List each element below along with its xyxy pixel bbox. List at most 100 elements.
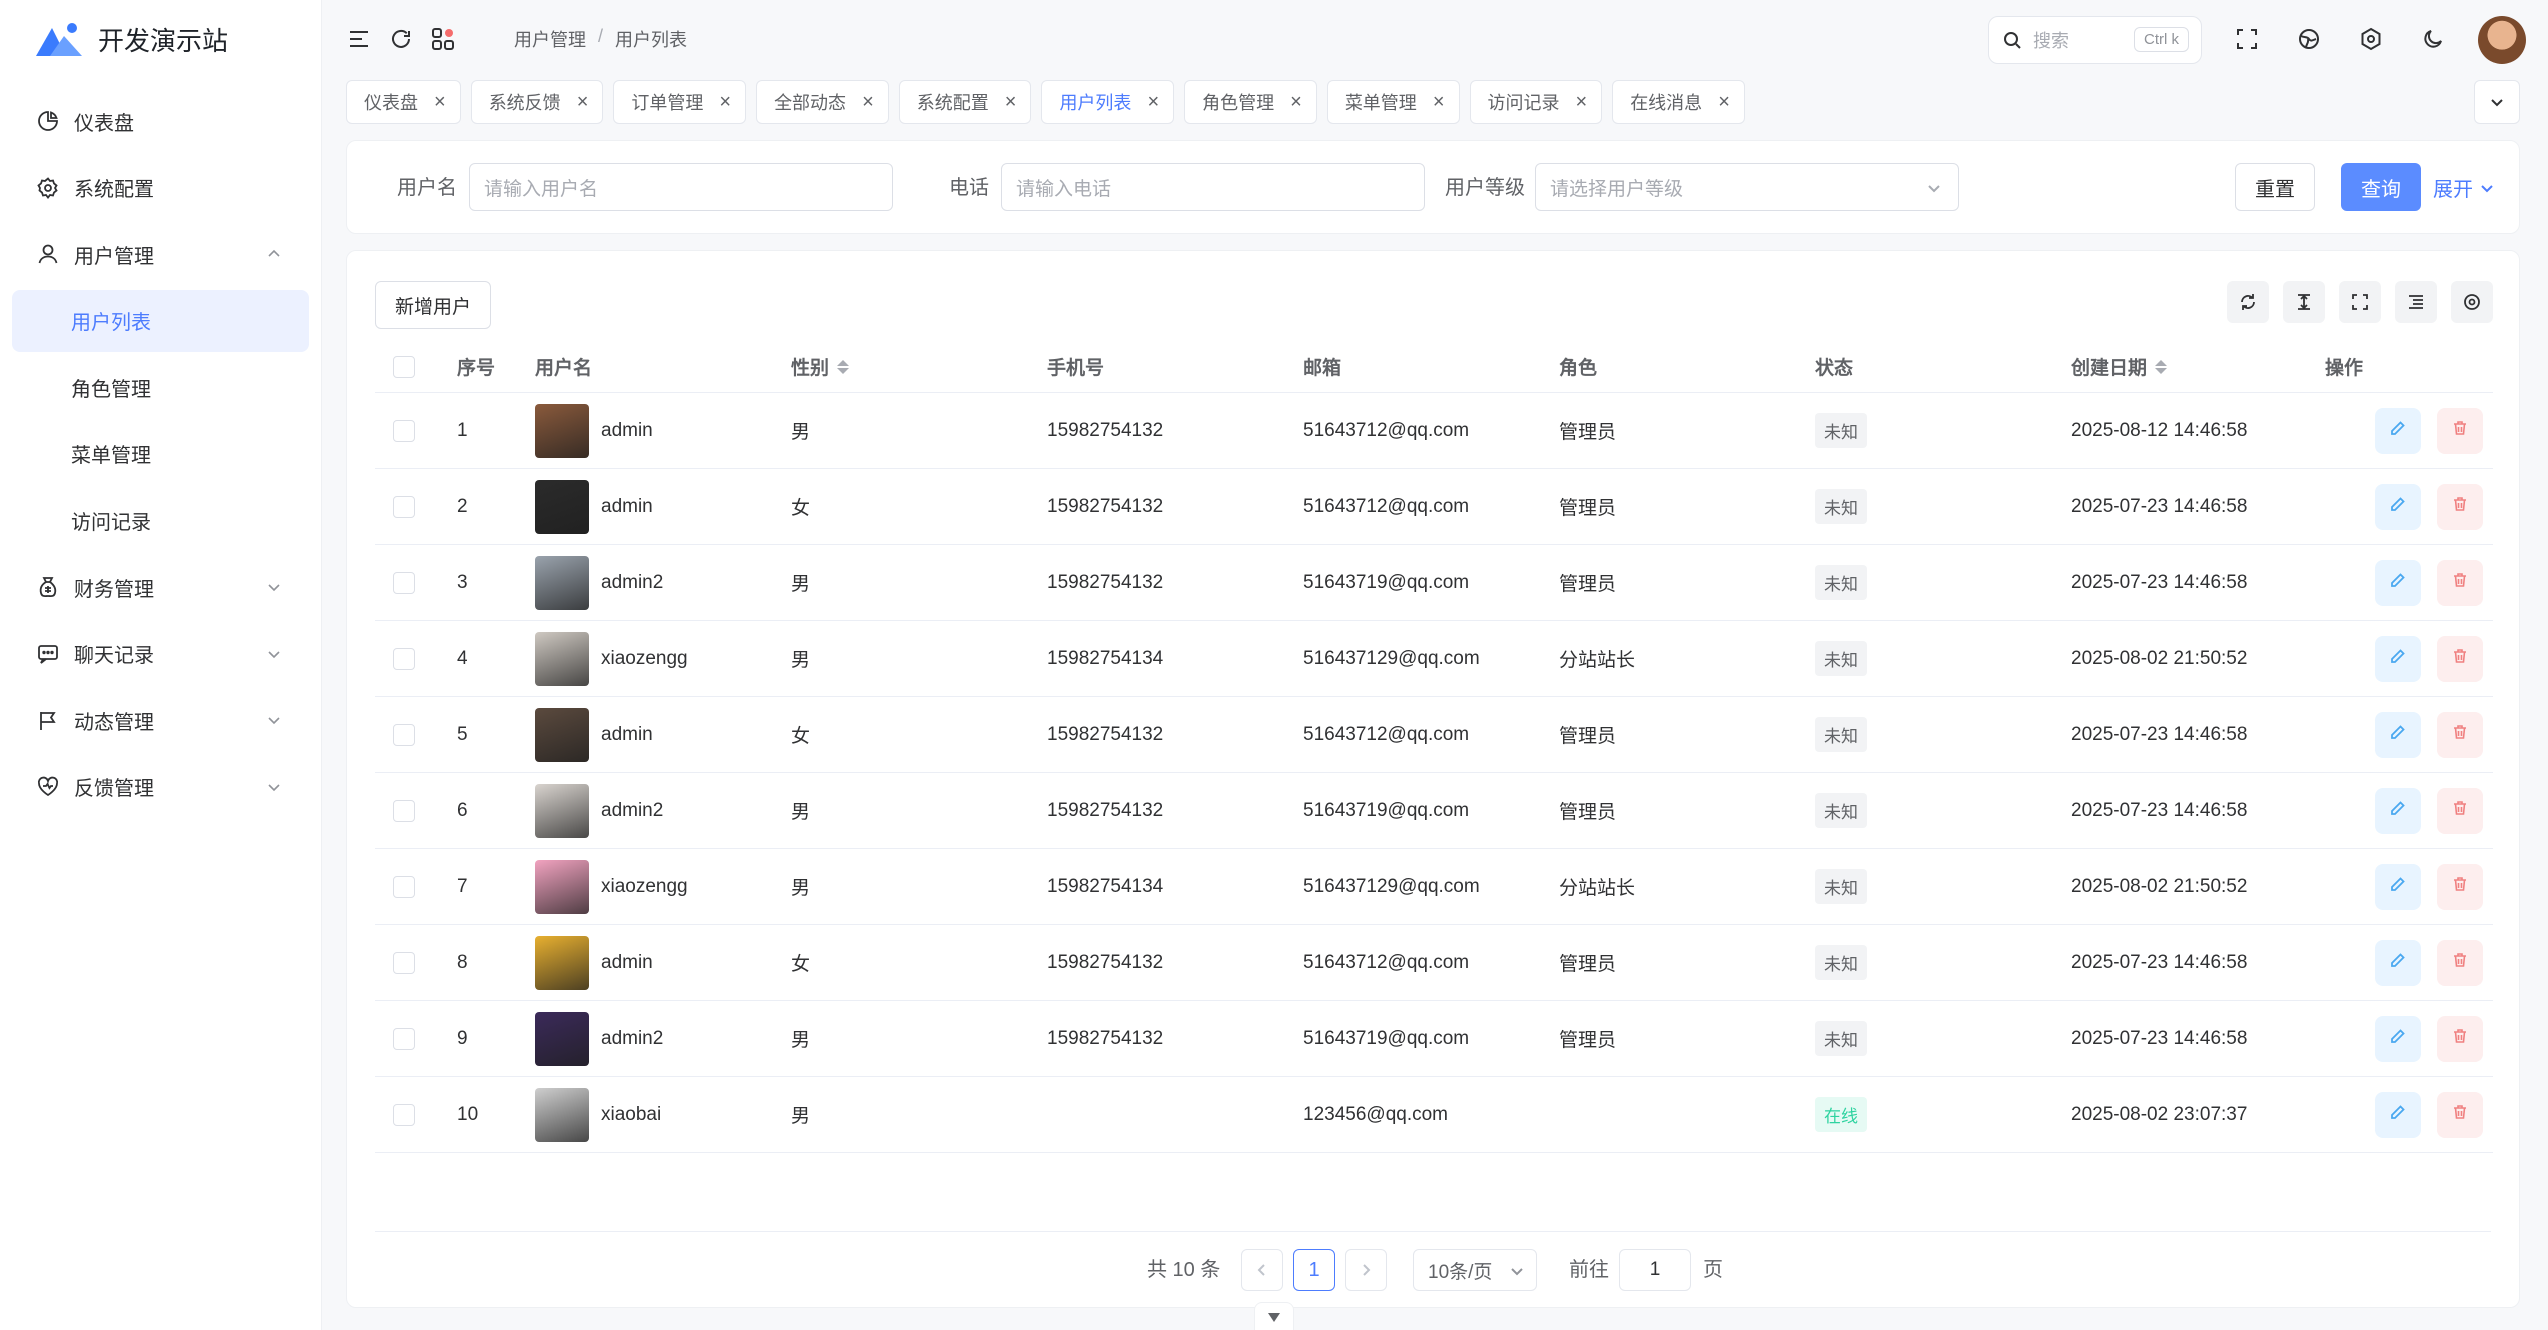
row-checkbox[interactable] xyxy=(393,951,415,974)
chevron-down-icon xyxy=(265,711,283,729)
user-avatar[interactable] xyxy=(2478,16,2526,64)
tab-6[interactable]: 用户列表 × xyxy=(1041,80,1175,124)
menu-fold-icon[interactable] xyxy=(344,24,374,54)
edit-button[interactable] xyxy=(2375,408,2421,454)
table-fullscreen-button[interactable] xyxy=(2339,281,2381,323)
delete-button[interactable] xyxy=(2437,788,2483,834)
sidebar-item-4[interactable]: 用户列表 xyxy=(12,289,309,352)
collapse-handle[interactable] xyxy=(1254,1302,1294,1330)
sidebar-item-8[interactable]: 财务管理 xyxy=(12,556,309,618)
tab-3[interactable]: 订单管理 × xyxy=(613,80,747,124)
edit-button[interactable] xyxy=(2375,484,2421,530)
reset-button[interactable]: 重置 xyxy=(2235,163,2315,211)
edit-button[interactable] xyxy=(2375,712,2421,758)
breadcrumb-item-user-management[interactable]: 用户管理 xyxy=(514,26,586,52)
delete-button[interactable] xyxy=(2437,1016,2483,1062)
fullscreen-icon[interactable] xyxy=(2232,24,2262,54)
row-checkbox[interactable] xyxy=(393,1103,415,1126)
table-columns-button[interactable] xyxy=(2395,281,2437,323)
sidebar-item-6[interactable]: 菜单管理 xyxy=(12,423,309,485)
sidebar-item-11[interactable]: 反馈管理 xyxy=(12,756,309,818)
apps-icon[interactable] xyxy=(428,24,458,54)
chevron-down-icon xyxy=(2481,184,2493,192)
edit-button[interactable] xyxy=(2375,560,2421,606)
brand[interactable]: 开发演示站 xyxy=(0,0,321,78)
tab-2[interactable]: 系统反馈 × xyxy=(470,80,604,124)
delete-button[interactable] xyxy=(2437,560,2483,606)
edit-button[interactable] xyxy=(2375,1092,2421,1138)
close-icon[interactable]: × xyxy=(1147,92,1159,112)
row-checkbox[interactable] xyxy=(393,647,415,670)
column-header-gender[interactable]: 性别 xyxy=(791,341,850,392)
tab-9[interactable]: 访问记录 × xyxy=(1469,80,1603,124)
tab-1[interactable]: 仪表盘 × xyxy=(346,80,461,124)
sidebar-item-1[interactable]: 仪表盘 xyxy=(12,90,309,152)
row-checkbox[interactable] xyxy=(393,875,415,898)
delete-button[interactable] xyxy=(2437,712,2483,758)
close-icon[interactable]: × xyxy=(862,92,874,112)
tab-10[interactable]: 在线消息 × xyxy=(1612,80,1745,124)
tab-7[interactable]: 角色管理 × xyxy=(1184,80,1317,124)
row-checkbox[interactable] xyxy=(393,419,415,442)
sidebar-item-3[interactable]: 用户管理 xyxy=(12,223,309,285)
row-checkbox[interactable] xyxy=(393,571,415,594)
edit-button[interactable] xyxy=(2375,864,2421,910)
delete-button[interactable] xyxy=(2437,484,2483,530)
column-header-created-date[interactable]: 创建日期 xyxy=(2071,341,2168,392)
row-checkbox[interactable] xyxy=(393,723,415,746)
close-icon[interactable]: × xyxy=(1290,92,1302,112)
query-button[interactable]: 查询 xyxy=(2341,163,2421,211)
tab-4[interactable]: 全部动态 × xyxy=(756,80,889,124)
select-all-checkbox[interactable] xyxy=(393,355,415,378)
expand-button[interactable]: 展开 xyxy=(2433,173,2495,202)
edit-button[interactable] xyxy=(2375,940,2421,986)
sidebar-item-5[interactable]: 角色管理 xyxy=(12,356,309,418)
delete-button[interactable] xyxy=(2437,1092,2483,1138)
sort-icon[interactable] xyxy=(837,359,850,374)
edit-button[interactable] xyxy=(2375,788,2421,834)
delete-button[interactable] xyxy=(2437,636,2483,682)
page-size-select[interactable]: 10条/页 xyxy=(1413,1249,1537,1291)
delete-button[interactable] xyxy=(2437,864,2483,910)
close-icon[interactable]: × xyxy=(1005,92,1017,112)
tabs-more-button[interactable] xyxy=(2474,80,2520,124)
close-icon[interactable]: × xyxy=(577,92,589,112)
phone-input[interactable]: 请输入电话 xyxy=(1001,163,1425,211)
goto-page-input[interactable]: 1 xyxy=(1619,1249,1691,1291)
settings-icon[interactable] xyxy=(2356,24,2386,54)
refresh-icon[interactable] xyxy=(386,24,416,54)
username-input[interactable]: 请输入用户名 xyxy=(469,163,893,211)
delete-button[interactable] xyxy=(2437,940,2483,986)
tab-5[interactable]: 系统配置 × xyxy=(898,80,1032,124)
tab-8[interactable]: 菜单管理 × xyxy=(1326,80,1460,124)
table-body: 1 admin 男 15982754132 51643712@qq.com 管理员 未知 20… xyxy=(375,393,2493,1153)
page-button-1[interactable]: 1 xyxy=(1293,1249,1335,1291)
add-user-button[interactable]: 新增用户 xyxy=(375,281,491,329)
sidebar-item-10[interactable]: 动态管理 xyxy=(12,689,309,751)
close-icon[interactable]: × xyxy=(434,92,446,112)
next-page-button[interactable] xyxy=(1345,1249,1387,1291)
row-checkbox[interactable] xyxy=(393,495,415,518)
row-no: 7 xyxy=(457,875,468,897)
close-icon[interactable]: × xyxy=(1718,92,1730,112)
table-settings-button[interactable] xyxy=(2451,281,2493,323)
globe-icon[interactable] xyxy=(2294,24,2324,54)
table-density-button[interactable] xyxy=(2283,281,2325,323)
sort-icon[interactable] xyxy=(2155,359,2168,374)
delete-button[interactable] xyxy=(2437,408,2483,454)
edit-button[interactable] xyxy=(2375,636,2421,682)
sidebar-item-2[interactable]: 系统配置 xyxy=(12,157,309,219)
close-icon[interactable]: × xyxy=(719,92,731,112)
close-icon[interactable]: × xyxy=(1576,92,1588,112)
user-level-select[interactable]: 请选择用户等级 xyxy=(1535,163,1959,211)
table-refresh-button[interactable] xyxy=(2227,281,2269,323)
close-icon[interactable]: × xyxy=(1433,92,1445,112)
sidebar-item-7[interactable]: 访问记录 xyxy=(12,490,309,552)
row-checkbox[interactable] xyxy=(393,1027,415,1050)
prev-page-button[interactable] xyxy=(1241,1249,1283,1291)
search-input[interactable]: 搜索 Ctrl k xyxy=(1988,16,2202,64)
edit-button[interactable] xyxy=(2375,1016,2421,1062)
moon-icon[interactable] xyxy=(2418,24,2448,54)
row-checkbox[interactable] xyxy=(393,799,415,822)
sidebar-item-9[interactable]: 聊天记录 xyxy=(12,623,309,685)
